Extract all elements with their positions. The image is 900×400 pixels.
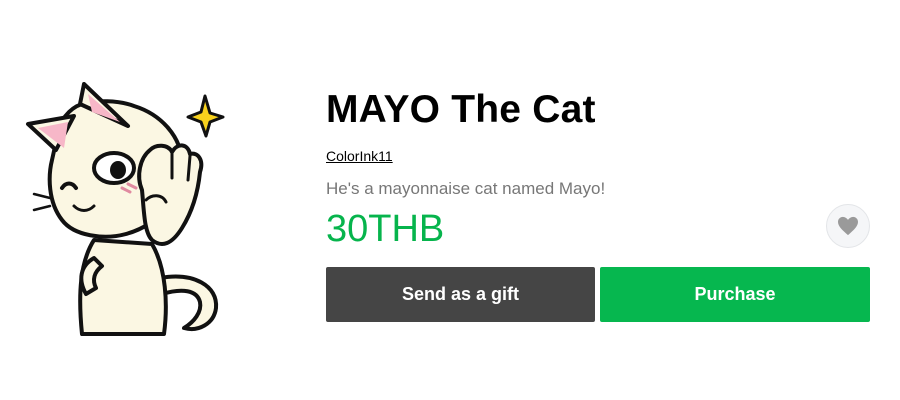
product-info: MAYO The Cat ColorInk11 He's a mayonnais… — [326, 86, 870, 322]
heart-icon — [838, 216, 858, 236]
sticker-product-page: MAYO The Cat ColorInk11 He's a mayonnais… — [0, 0, 900, 400]
send-as-gift-button[interactable]: Send as a gift — [326, 267, 595, 322]
sparkle-icon — [186, 94, 225, 138]
action-buttons: Send as a gift Purchase — [326, 267, 870, 322]
price-row: 30THB — [326, 204, 870, 254]
product-description: He's a mayonnaise cat named Mayo! — [326, 179, 606, 198]
author-link[interactable]: ColorInk11 — [326, 148, 393, 164]
favorite-button[interactable] — [826, 204, 870, 248]
sticker-main-image — [22, 80, 242, 340]
purchase-button[interactable]: Purchase — [600, 267, 870, 322]
product-title: MAYO The Cat — [326, 88, 596, 131]
product-price: 30THB — [326, 208, 445, 250]
